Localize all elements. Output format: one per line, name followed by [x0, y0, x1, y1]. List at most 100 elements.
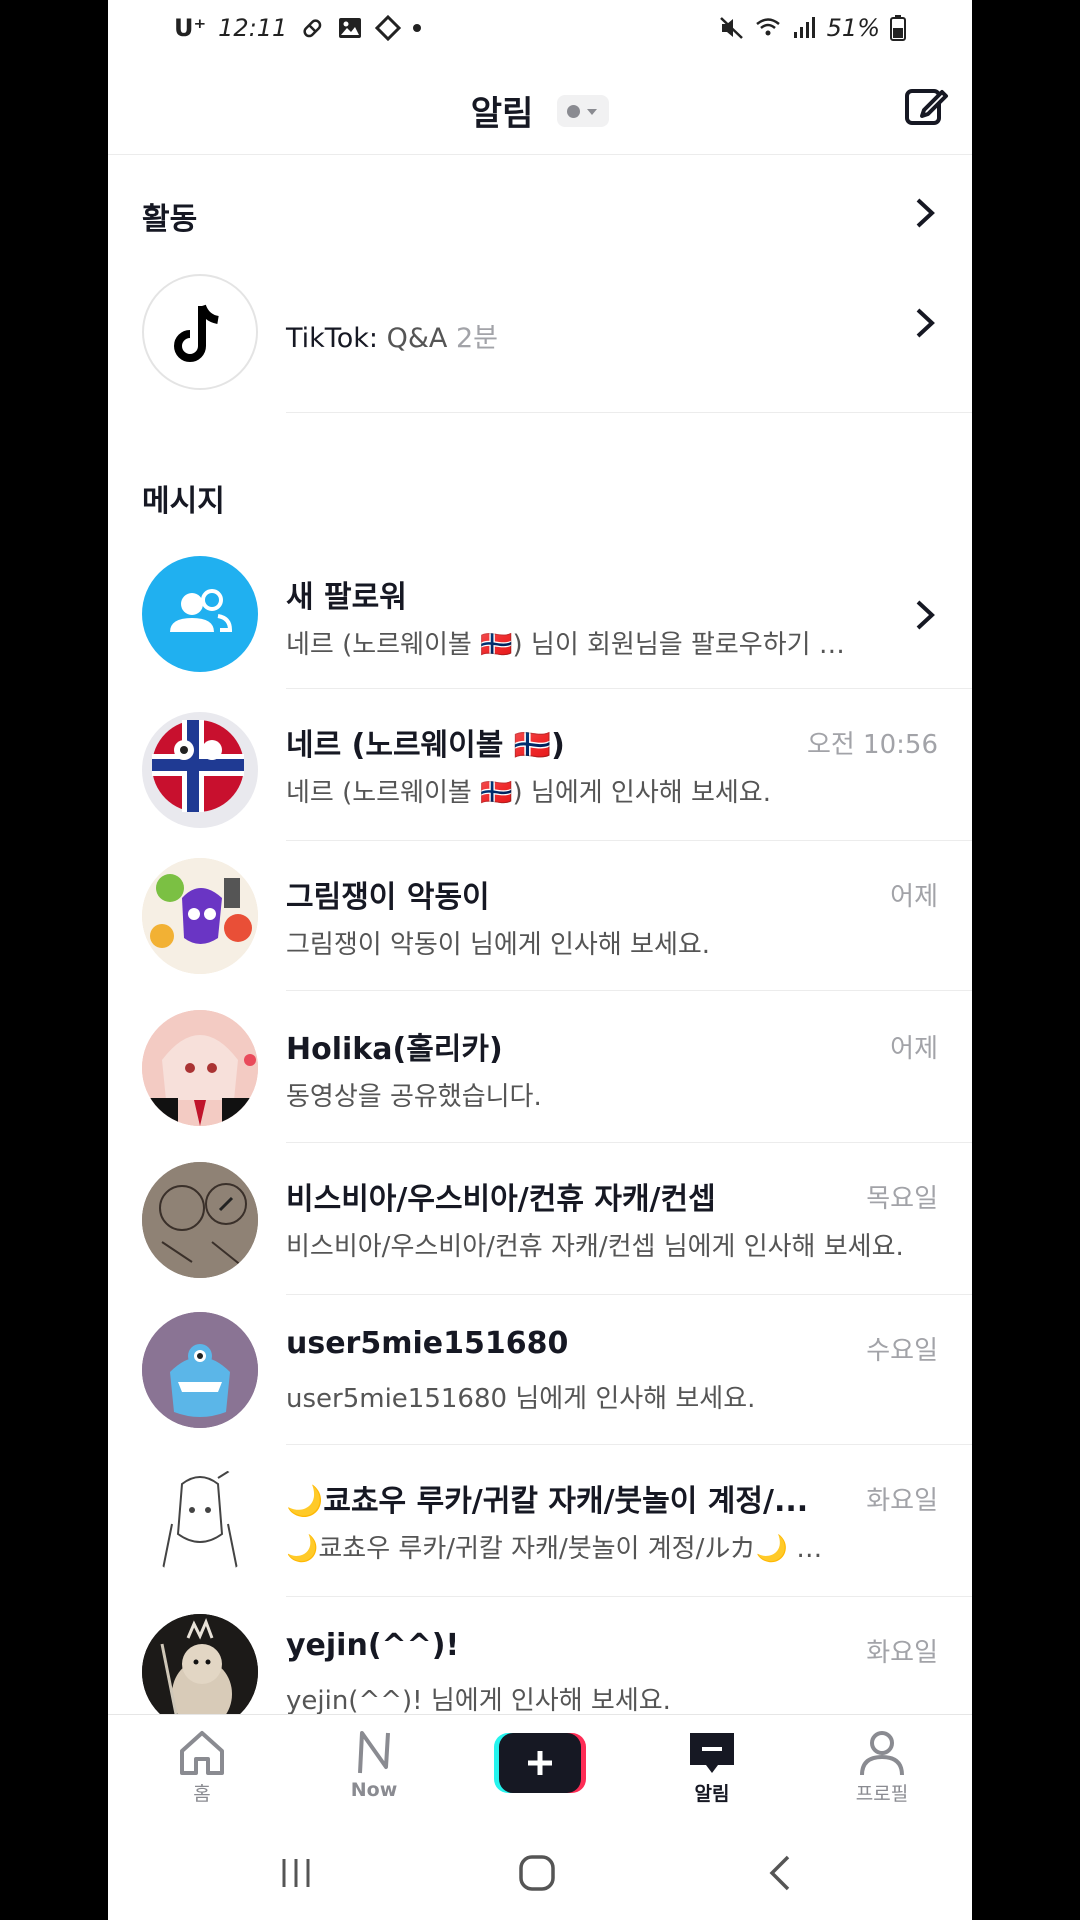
- inbox-icon: [690, 1733, 734, 1773]
- wifi-icon: [755, 18, 780, 36]
- diamond-icon: [375, 15, 402, 41]
- row-divider: [286, 990, 972, 991]
- holika-avatar-icon: [142, 1010, 258, 1126]
- hamster-avatar-icon: [142, 1614, 258, 1730]
- activity-tiktok-row[interactable]: TikTok: Q&A 2분: [108, 272, 972, 412]
- nav-profile[interactable]: 프로필: [822, 1729, 942, 1806]
- tiktok-row-chevron-icon: [916, 308, 935, 338]
- message-row[interactable]: Holika(홀리카) 어제 동영상을 공유했습니다.: [108, 1008, 972, 1138]
- battery-label: 51%: [826, 14, 880, 42]
- message-row-new-followers[interactable]: 새 팔로워 네르 (노르웨이볼 🇳🇴) 님이 회원님을 팔로우하기 시...: [108, 556, 972, 686]
- bottom-nav: 홈 Now 알림 프로필: [108, 1714, 972, 1827]
- people-icon: [170, 589, 233, 632]
- avatar: [142, 1464, 258, 1580]
- compose-icon[interactable]: [902, 82, 950, 130]
- avatar: [142, 712, 258, 828]
- avatar: [142, 1010, 258, 1126]
- messages-section-title: 메시지: [142, 484, 225, 519]
- page-title: 알림: [470, 94, 534, 134]
- online-status-dropdown[interactable]: [557, 94, 610, 127]
- message-preview: yejin(^^)! 님에게 인사해 보세요.: [286, 1686, 671, 1716]
- message-name: 네르 (노르웨이볼 🇳🇴): [286, 728, 565, 763]
- message-name: user5mie151680: [286, 1326, 569, 1361]
- back-icon[interactable]: [766, 1854, 794, 1892]
- pill-icon: [303, 19, 322, 38]
- message-preview: user5mie151680 님에게 인사해 보세요.: [286, 1384, 756, 1414]
- message-name: 새 팔로워: [286, 580, 407, 615]
- top-header: 알림: [108, 62, 972, 155]
- carrier-label: U⁺: [174, 14, 207, 42]
- activity-text: TikTok: Q&A 2분: [286, 316, 498, 355]
- message-name: Holika(홀리카): [286, 1032, 503, 1067]
- avatar: [142, 1614, 258, 1730]
- status-left: U⁺ 12:11: [174, 14, 422, 42]
- activity-section-title: 활동: [142, 202, 198, 237]
- nav-home-label: 홈: [193, 1783, 211, 1805]
- message-name: 그림쟁이 악동이: [286, 880, 490, 915]
- avatar: [142, 1162, 258, 1278]
- activity-source: TikTok:: [286, 323, 378, 354]
- mute-icon: [719, 17, 743, 39]
- avatar: [142, 1312, 258, 1428]
- message-time: 어제: [890, 1034, 938, 1064]
- nav-inbox[interactable]: 알림: [652, 1729, 772, 1806]
- battery-icon: [890, 15, 906, 41]
- activity-time: 2분: [455, 323, 498, 354]
- signal-icon: [793, 17, 815, 38]
- message-name: 비스비아/우스비아/컨휴 자캐/컨셉: [286, 1182, 716, 1217]
- tiktok-logo-icon: [174, 304, 219, 362]
- tiktok-avatar: [142, 274, 258, 390]
- home-icon: [180, 1731, 224, 1775]
- status-right: 51%: [719, 14, 906, 42]
- create-plus-button[interactable]: [494, 1733, 586, 1793]
- lineart-avatar-icon: [142, 1464, 258, 1580]
- default-monster-avatar-icon: [142, 1312, 258, 1428]
- nav-inbox-label: 알림: [694, 1783, 730, 1805]
- message-preview: 네르 (노르웨이볼 🇳🇴) 님이 회원님을 팔로우하기 시...: [286, 630, 846, 660]
- message-time: 목요일: [866, 1184, 938, 1214]
- message-preview: 네르 (노르웨이볼 🇳🇴) 님에게 인사해 보세요.: [286, 778, 771, 808]
- message-row[interactable]: 🌙쿄쵸우 루카/귀칼 자캐/붓놀이 계정/... 화요일 🌙쿄쵸우 루카/귀칼 …: [108, 1462, 972, 1592]
- row-divider: [286, 840, 972, 841]
- message-time: 화요일: [866, 1638, 938, 1668]
- message-preview: 동영상을 공유했습니다.: [286, 1082, 542, 1112]
- nav-now[interactable]: Now: [314, 1729, 434, 1801]
- message-preview: 비스비아/우스비아/컨휴 자캐/컨셉 님에게 인사해 보세요.: [286, 1232, 904, 1262]
- message-time: 어제: [890, 882, 938, 912]
- message-time: 오전 10:56: [806, 730, 938, 760]
- activity-chevron-icon[interactable]: [912, 196, 938, 230]
- nav-home[interactable]: 홈: [142, 1729, 262, 1806]
- avatar: [142, 858, 258, 974]
- now-icon: [358, 1731, 390, 1774]
- notification-dot-icon: [413, 24, 422, 32]
- nav-profile-label: 프로필: [855, 1783, 909, 1805]
- message-name: yejin(^^)!: [286, 1628, 460, 1663]
- message-time: 수요일: [866, 1336, 938, 1366]
- status-bar: U⁺ 12:11 51%: [108, 0, 972, 62]
- row-divider: [286, 1142, 972, 1143]
- recent-apps-icon[interactable]: [278, 1856, 314, 1890]
- message-name: 🌙쿄쵸우 루카/귀칼 자캐/붓놀이 계정/...: [286, 1484, 809, 1519]
- message-preview: 🌙쿄쵸우 루카/귀칼 자캐/붓놀이 계정/ルカ🌙 님에게 ...: [286, 1534, 846, 1564]
- activity-divider: [286, 412, 972, 413]
- row-divider: [286, 1294, 972, 1295]
- nav-now-label: Now: [350, 1779, 398, 1801]
- norwayball-avatar-icon: [152, 720, 244, 812]
- message-row[interactable]: 그림쟁이 악동이 어제 그림쟁이 악동이 님에게 인사해 보세요.: [108, 858, 972, 988]
- followers-chevron-icon: [916, 600, 935, 630]
- message-row[interactable]: 네르 (노르웨이볼 🇳🇴) 오전 10:56 네르 (노르웨이볼 🇳🇴) 님에게…: [108, 708, 972, 838]
- header-title-row: 알림: [108, 86, 972, 135]
- home-button-icon[interactable]: [518, 1854, 556, 1892]
- system-nav-bar: [108, 1826, 972, 1920]
- inbox-screen: U⁺ 12:11 51% 알림 활동 TikTok: Q&A 2분 메시지 새 …: [108, 0, 972, 1920]
- sketch-avatar-icon: [142, 1162, 258, 1278]
- drawing-avatar-icon: [142, 858, 258, 974]
- clock: 12:11: [218, 14, 288, 42]
- row-divider: [286, 1596, 972, 1597]
- followers-avatar: [142, 556, 258, 672]
- message-preview: 그림쟁이 악동이 님에게 인사해 보세요.: [286, 930, 711, 960]
- profile-icon: [860, 1731, 904, 1776]
- row-divider: [286, 1444, 972, 1445]
- message-row[interactable]: 비스비아/우스비아/컨휴 자캐/컨셉 목요일 비스비아/우스비아/컨휴 자캐/컨…: [108, 1160, 972, 1290]
- message-row[interactable]: user5mie151680 수요일 user5mie151680 님에게 인사…: [108, 1312, 972, 1442]
